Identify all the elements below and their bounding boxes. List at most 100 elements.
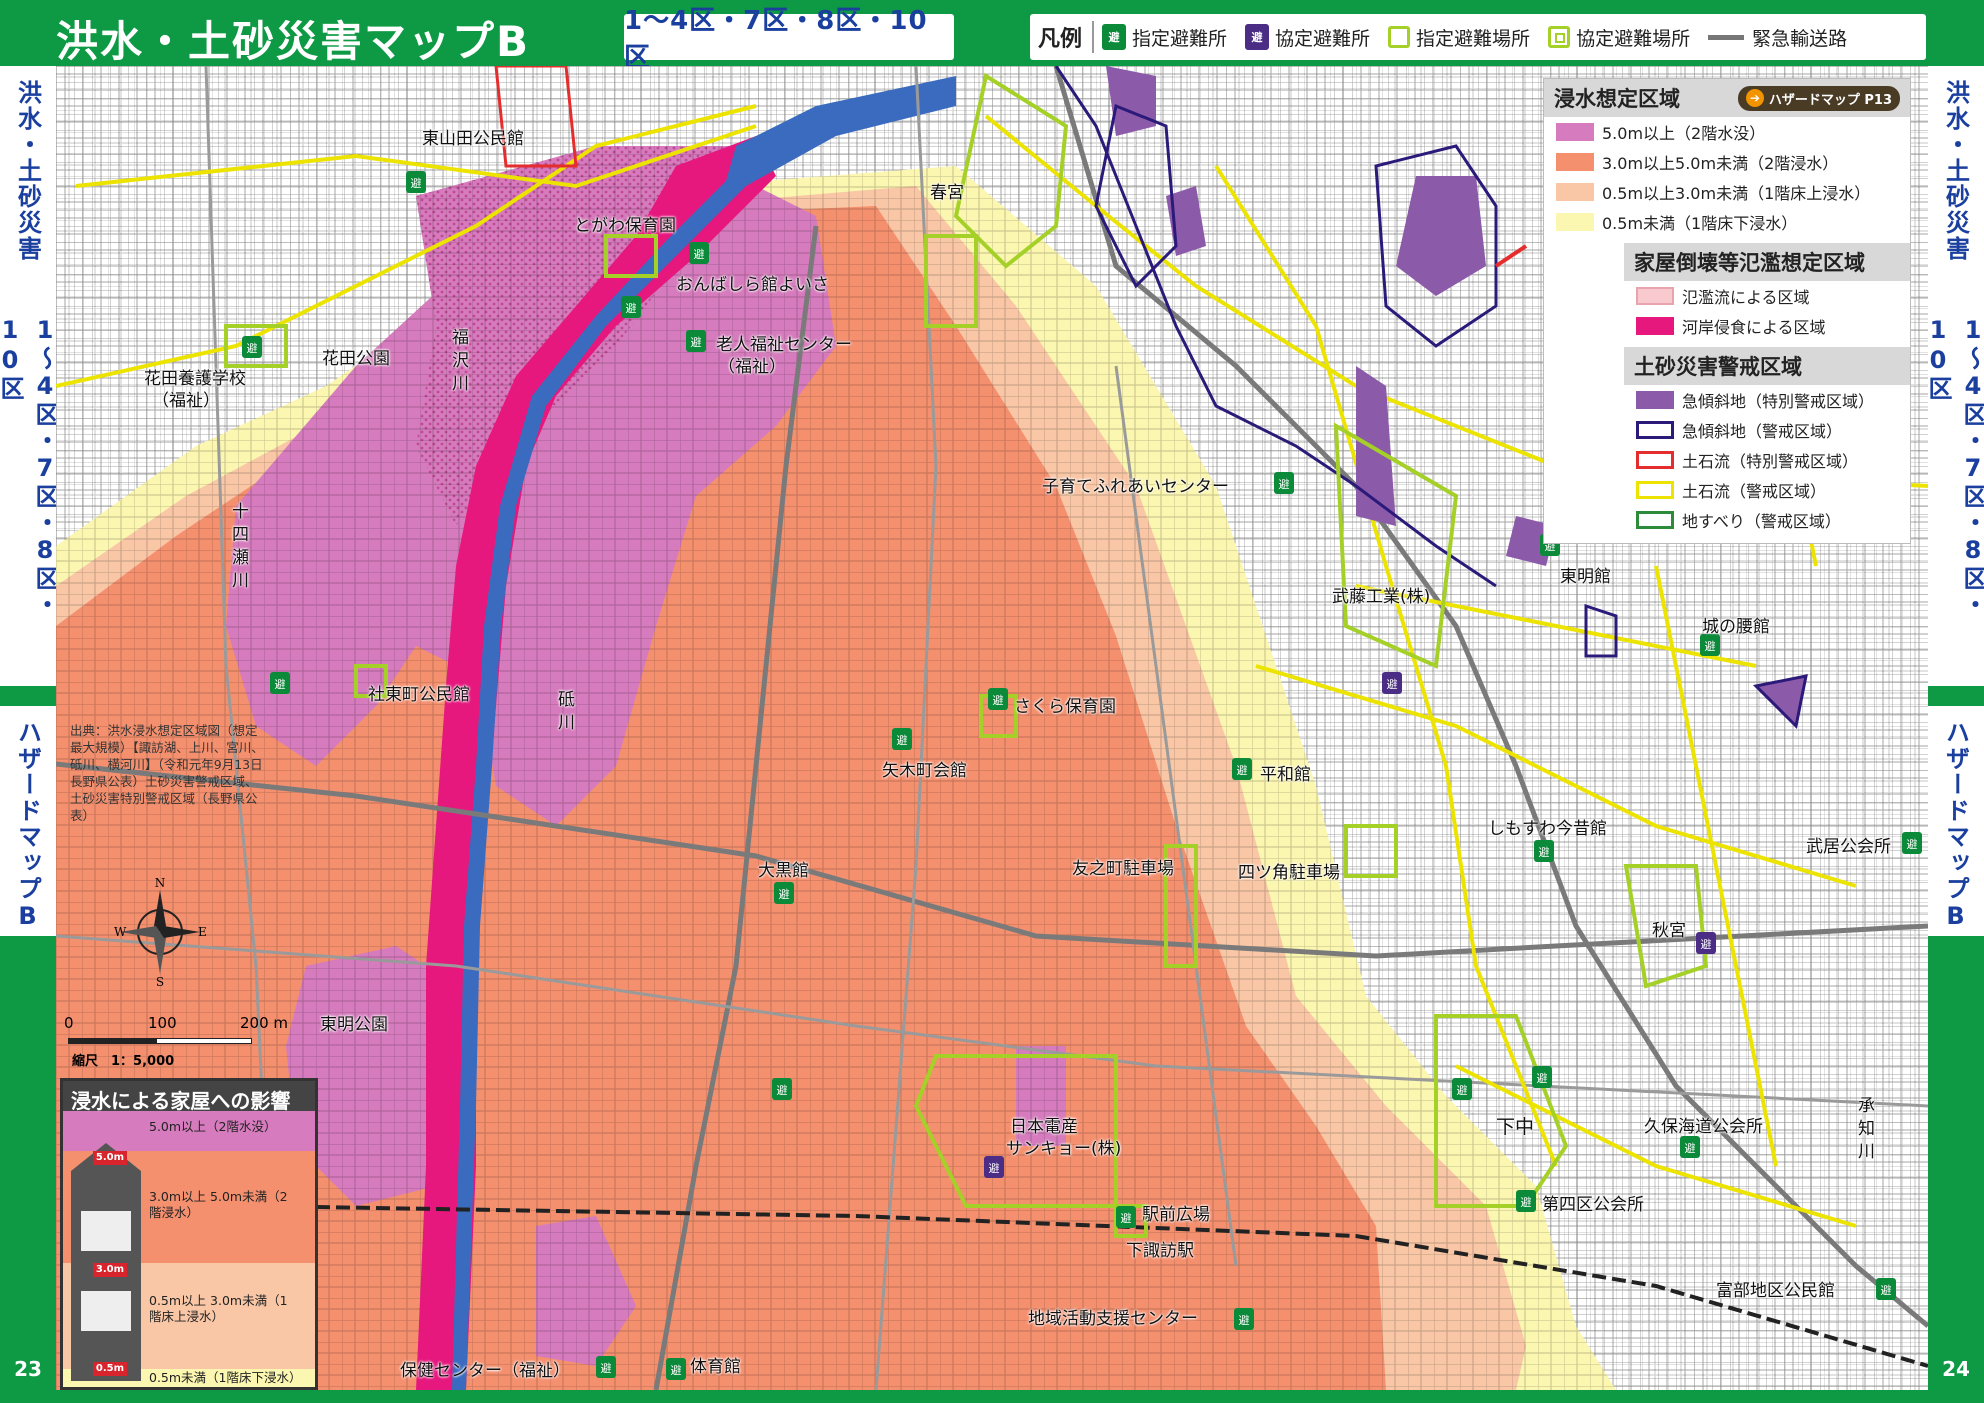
label-togawa-nursery: とがわ保育園	[574, 216, 676, 236]
svg-text:避: 避	[1387, 677, 1398, 691]
source-note: 出典：洪水浸水想定区域図（想定最大規模）【諏訪湖、上川、宮川、砥川、横河川】（令…	[70, 723, 275, 823]
arrow-right-icon: ➔	[1745, 89, 1764, 107]
label-shironokoshi: 城の腰館	[1702, 617, 1770, 637]
flood-legend-row: 0.5m以上3.0m未満（1階床上浸水）	[1544, 177, 1910, 207]
legend-label: 凡例	[1030, 21, 1095, 53]
label-roujin-sub: （福祉）	[718, 357, 786, 377]
label-heiwa: 平和館	[1260, 765, 1311, 785]
svg-text:避: 避	[1537, 1071, 1548, 1085]
svg-text:避: 避	[601, 1361, 612, 1375]
svg-text:避: 避	[1907, 837, 1918, 851]
label-kubokaido: 久保海道公会所	[1644, 1117, 1763, 1137]
compass-rose-icon: N S W E	[114, 876, 207, 986]
landslide-legend-row: 急傾斜地（特別警戒区域）	[1624, 385, 1910, 415]
label-yotsukado: 四ツ角駐車場	[1238, 863, 1340, 883]
label-shatou: 社東町公民館	[368, 685, 470, 705]
designated-shelter-icon: 避	[1232, 758, 1252, 780]
flood-legend-header: 浸水想定区域 ➔ ハザードマップ P13	[1544, 79, 1910, 117]
house-icon	[71, 1131, 141, 1381]
compass-w: W	[114, 925, 127, 939]
svg-text:避: 避	[777, 1083, 788, 1097]
label-hanada-school-sub: （福祉）	[152, 391, 220, 411]
svg-text:避: 避	[1881, 1283, 1892, 1297]
designated-shelter-icon: 避	[1452, 1078, 1472, 1100]
label-tomeikan: 東明館	[1560, 567, 1611, 587]
label-ekimae: 駅前広場	[1142, 1205, 1210, 1225]
collapse-legend-row: 河岸侵食による区域	[1624, 311, 1910, 341]
designated-shelter-icon: 避	[686, 330, 706, 352]
label-hanada-park: 花田公園	[322, 349, 390, 369]
left-sidebar: 洪水・土砂災害 1〜4区・7区・8区・10区 ハザードマップB 23	[0, 66, 59, 1403]
legend-item-designated-shelter: 避 指定避難所	[1102, 24, 1227, 51]
landslide-legend-row: 土石流（特別警戒区域）	[1624, 445, 1910, 475]
label-fukuzawa-river: 福沢川	[448, 328, 468, 397]
designated-shelter-icon: 避	[666, 1358, 686, 1380]
landslide-legend-header: 土砂災害警戒区域	[1624, 347, 1910, 385]
legend-item-emergency-road: 緊急輸送路	[1708, 24, 1847, 51]
svg-text:避: 避	[1239, 1313, 1250, 1327]
svg-text:避: 避	[1685, 1141, 1696, 1155]
designated-shelter-icon: 避	[1274, 472, 1294, 494]
svg-text:避: 避	[1521, 1195, 1532, 1209]
label-shouchi-river: 承知川	[1854, 1096, 1874, 1165]
label-kosodate: 子育てふれあいセンター	[1042, 477, 1229, 497]
designated-shelter-icon: 避	[596, 1356, 616, 1378]
top-legend: 凡例 避 指定避難所 避 協定避難所 指定避難場所 協定避難場所 緊急輸送路	[1030, 14, 1926, 60]
svg-text:避: 避	[1121, 1211, 1132, 1225]
designated-shelter-icon: 避	[892, 728, 912, 750]
compass-n: N	[155, 876, 166, 890]
svg-text:避: 避	[411, 176, 422, 190]
collapse-legend-row: 氾濫流による区域	[1624, 281, 1910, 311]
label-chiiki: 地域活動支援センター	[1028, 1309, 1198, 1329]
designated-shelter-icon: 避	[1876, 1278, 1896, 1300]
designated-shelter-icon: 避	[1700, 634, 1720, 656]
side-title-districts-right: 1〜4区・7区・8区・10区	[1924, 316, 1984, 618]
page-number-left: 23	[14, 1357, 42, 1381]
side-title-districts: 1〜4区・7区・8区・10区	[0, 316, 59, 618]
label-harumiya: 春宮	[930, 183, 964, 203]
designated-shelter-icon: 避	[621, 296, 641, 318]
svg-text:避: 避	[897, 733, 908, 747]
designated-shelter-icon: 避	[1102, 24, 1127, 50]
label-tomei-park: 東明公園	[320, 1015, 388, 1035]
landslide-legend-row: 地すべり（警戒区域）	[1624, 505, 1910, 535]
compass-e: E	[198, 925, 207, 939]
hazard-map-link[interactable]: ➔ ハザードマップ P13	[1737, 85, 1900, 111]
scale-bar: 0 100 200 m 縮尺 1：5,000	[64, 1014, 289, 1069]
svg-text:避: 避	[691, 335, 702, 349]
label-jushi-river: 十四瀬川	[228, 502, 248, 594]
flood-legend-row: 0.5m未満（1階床下浸水）	[1544, 207, 1910, 237]
label-sakura: さくら保育園	[1014, 697, 1116, 717]
right-sidebar: 洪水・土砂災害 1〜4区・7区・8区・10区 ハザードマップB 24	[1924, 66, 1984, 1403]
label-akimiya: 秋宮	[1652, 921, 1686, 941]
label-shimosuwa-imamukashi: しもすわ今昔館	[1488, 819, 1607, 839]
label-mutou: 武藤工業(株)	[1332, 587, 1431, 607]
svg-text:避: 避	[671, 1363, 682, 1377]
svg-text:避: 避	[626, 301, 637, 315]
designated-shelter-icon: 避	[406, 171, 426, 193]
designated-shelter-icon: 避	[1234, 1308, 1254, 1330]
flood-legend-row: 5.0m以上（2階水没）	[1544, 117, 1910, 147]
svg-text:避: 避	[1705, 639, 1716, 653]
label-shimosuwa-station: 下諏訪駅	[1126, 1241, 1194, 1261]
svg-text:避: 避	[1279, 477, 1290, 491]
designated-shelter-icon: 避	[1680, 1136, 1700, 1158]
label-taiikukan: 体育館	[690, 1357, 741, 1377]
page-title: 洪水・土砂災害マップB	[56, 17, 531, 66]
collapse-legend-header: 家屋倒壊等氾濫想定区域	[1624, 243, 1910, 281]
page-number-right: 24	[1942, 1357, 1970, 1381]
designated-evacuation-site-icon	[1388, 26, 1411, 48]
landslide-legend-row: 土石流（警戒区域）	[1624, 475, 1910, 505]
designated-shelter-icon: 避	[1902, 832, 1922, 854]
emergency-road-icon	[1708, 34, 1745, 40]
designated-shelter-icon: 避	[242, 336, 262, 358]
district-badge: 1～4区・7区・8区・10区	[624, 6, 954, 73]
side-title-map-right: ハザードマップB	[1941, 720, 1970, 932]
svg-text:避: 避	[275, 677, 286, 691]
label-tobe: 富部地区公民館	[1716, 1281, 1835, 1301]
hazard-legend-panel: 浸水想定区域 ➔ ハザードマップ P13 5.0m以上（2階水没） 3.0m以上5…	[1544, 79, 1910, 543]
svg-text:避: 避	[247, 341, 258, 355]
svg-text:避: 避	[993, 693, 1004, 707]
legend-item-designated-site: 指定避難場所	[1388, 24, 1530, 51]
designated-shelter-icon: 避	[1534, 840, 1554, 862]
